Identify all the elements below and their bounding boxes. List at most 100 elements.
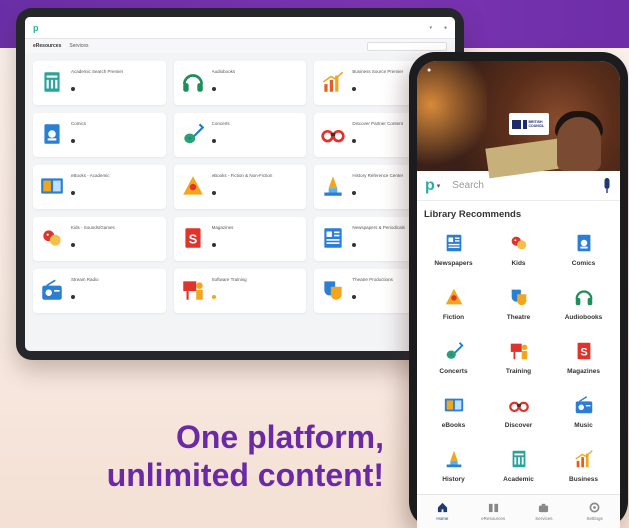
services-icon [539, 503, 549, 513]
comics-icon [44, 124, 60, 144]
eresources-icon [488, 503, 498, 513]
category-label: Discover [504, 422, 533, 429]
card-status-dot [352, 87, 357, 91]
card-status-dot [352, 295, 357, 299]
app-logo-icon[interactable]: p [425, 177, 435, 195]
category-label: Fiction [442, 314, 465, 321]
nav-label: Settings [586, 516, 603, 521]
category-fiction[interactable]: Fiction [421, 282, 486, 332]
category-label: Training [505, 368, 532, 375]
child-reading-image [557, 117, 601, 171]
resource-card[interactable]: eBooks - Fiction & Non-Fiction [173, 165, 307, 209]
category-comics[interactable]: Comics [551, 228, 616, 278]
category-concerts[interactable]: Concerts [421, 336, 486, 386]
tablet-card-grid: Academic Search Premier Audiobooks Busin… [25, 53, 455, 321]
tagline-line-1: One platform, [175, 419, 384, 455]
tablet-top-bar: p ▾ ● [25, 17, 455, 39]
category-label: Academic [503, 476, 534, 483]
home-icon [437, 502, 447, 513]
card-status-dot [211, 295, 216, 299]
tablet-device: p ▾ ● eResources Services Academic Searc… [16, 8, 464, 360]
category-audiobooks[interactable]: Audiobooks [551, 282, 616, 332]
resource-card[interactable]: Concerts [173, 113, 307, 157]
category-label: Theatre [506, 314, 531, 321]
binoculars-icon [508, 401, 529, 413]
search-input[interactable]: Search [452, 180, 602, 191]
card-status-dot [71, 191, 75, 195]
newspaper-icon [446, 234, 461, 252]
category-music[interactable]: Music [551, 390, 616, 440]
card-status-dot [71, 87, 75, 91]
ebook-icon [41, 178, 63, 194]
british-council-logo: BRITISH COUNCIL [509, 113, 549, 135]
resource-card[interactable]: Comics [33, 113, 166, 157]
tab-eresources[interactable]: eResources [33, 43, 61, 49]
card-status-dot [71, 295, 75, 299]
svg-text:S: S [580, 347, 587, 359]
category-label: Kids [511, 260, 526, 267]
card-status-dot [352, 191, 357, 195]
filter-dropdown[interactable] [367, 41, 447, 51]
nav-eresources[interactable]: eResources [473, 502, 513, 521]
card-title: Comics [71, 121, 87, 126]
category-business[interactable]: Business [551, 444, 616, 494]
resource-card[interactable]: S Magazines [173, 217, 307, 261]
card-title: Magazines [211, 225, 234, 230]
resource-card[interactable]: Academic Search Premier [33, 61, 166, 105]
resource-card[interactable]: eBooks - Academic [33, 165, 166, 209]
resource-card[interactable]: Stream Radio [33, 269, 166, 313]
theatre-icon [511, 289, 526, 306]
section-title: Library Recommends [424, 209, 522, 220]
kids-icon [511, 236, 526, 250]
nav-services[interactable]: Services [524, 502, 564, 521]
category-label: Comics [571, 260, 596, 267]
chevron-down-icon[interactable]: ▾ [437, 182, 441, 190]
card-status-dot [71, 243, 75, 247]
tab-services[interactable]: Services [69, 43, 88, 49]
category-kids[interactable]: Kids [486, 228, 551, 278]
category-label: Audiobooks [564, 314, 603, 321]
resource-card[interactable]: Kids - Sounds/Games [33, 217, 166, 261]
nav-home[interactable]: Home [422, 502, 462, 521]
academic-icon [44, 72, 60, 92]
tablet-tab-bar: eResources Services [25, 39, 455, 53]
resource-card[interactable]: Software Training [173, 269, 307, 313]
headphones-icon [182, 74, 203, 92]
category-ebooks[interactable]: eBooks [421, 390, 486, 440]
category-theatre[interactable]: Theatre [486, 282, 551, 332]
category-label: eBooks [441, 422, 466, 429]
card-title: eBooks - Academic [71, 173, 110, 178]
card-title: Concerts [211, 121, 230, 126]
tablet-screen: p ▾ ● eResources Services Academic Searc… [25, 17, 455, 351]
category-training[interactable]: Training [486, 336, 551, 386]
category-academic[interactable]: Academic [486, 444, 551, 494]
category-magazines[interactable]: S Magazines [551, 336, 616, 386]
microphone-icon[interactable] [602, 177, 612, 194]
account-menu[interactable]: ● [444, 25, 447, 31]
radio-icon [42, 279, 62, 300]
nav-settings[interactable]: Settings [575, 502, 615, 521]
card-status-dot [211, 191, 216, 195]
category-label: Business [569, 476, 598, 483]
tablet-search-input[interactable] [51, 22, 429, 33]
app-logo-icon[interactable]: p [33, 23, 47, 33]
business-chart-icon [574, 450, 593, 468]
category-newspapers[interactable]: Newspapers [421, 228, 486, 278]
resource-card[interactable]: Audiobooks [173, 61, 307, 105]
svg-text:S: S [188, 231, 197, 246]
language-selector[interactable]: ▾ [429, 25, 432, 31]
card-status-dot [352, 243, 357, 247]
nav-label: eResources [481, 516, 506, 521]
settings-icon [589, 502, 600, 513]
category-history[interactable]: History [421, 444, 486, 494]
card-title: eBooks - Fiction & Non-Fiction [211, 173, 273, 178]
history-icon [446, 450, 461, 468]
training-icon [182, 281, 203, 300]
business-chart-icon [323, 71, 344, 92]
category-discover[interactable]: Discover [486, 390, 551, 440]
card-status-dot [71, 139, 75, 143]
card-status-dot [211, 87, 216, 91]
phone-screen: ● BRITISH COUNCIL p ▾ Search Library Rec… [417, 61, 620, 528]
tagline-line-2: unlimited content! [106, 457, 384, 493]
card-status-dot [352, 139, 357, 143]
